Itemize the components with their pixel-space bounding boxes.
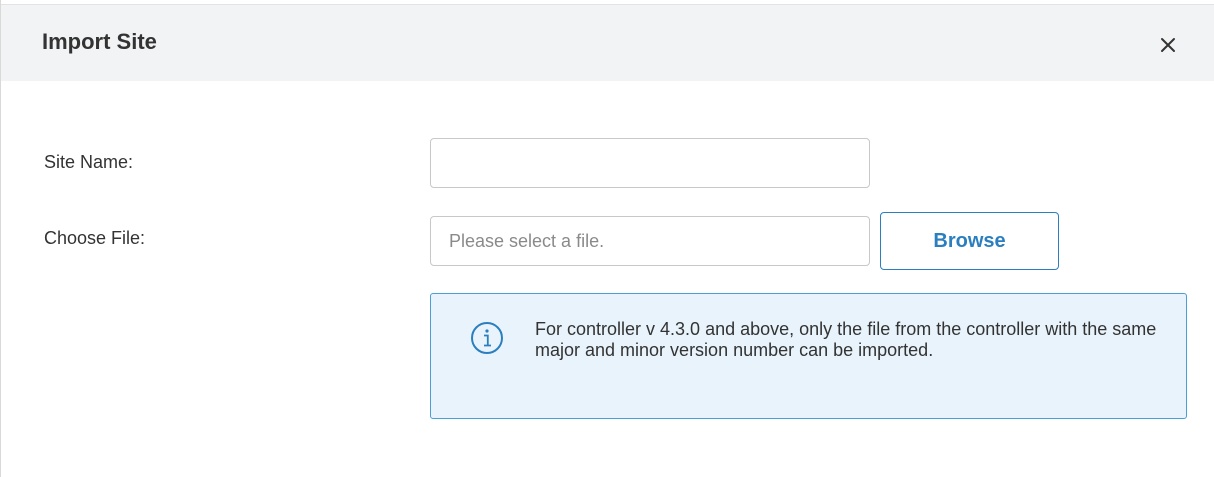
info-icon — [471, 322, 503, 354]
browse-button[interactable]: Browse — [880, 212, 1059, 270]
close-button[interactable] — [1153, 30, 1183, 60]
notice-text: For controller v 4.3.0 and above, only t… — [535, 319, 1157, 360]
site-name-label: Site Name: — [44, 152, 134, 172]
dialog-header: Import Site — [1, 4, 1214, 81]
choose-file-label: Choose File: — [44, 228, 146, 248]
dialog-title: Import Site — [42, 29, 157, 54]
close-icon — [1161, 38, 1175, 52]
version-notice: For controller v 4.3.0 and above, only t… — [430, 293, 1187, 419]
site-name-input[interactable] — [430, 138, 870, 188]
file-path-input[interactable] — [430, 216, 870, 266]
import-site-dialog: Import Site Site Name: Choose File: Brow… — [0, 0, 1214, 477]
